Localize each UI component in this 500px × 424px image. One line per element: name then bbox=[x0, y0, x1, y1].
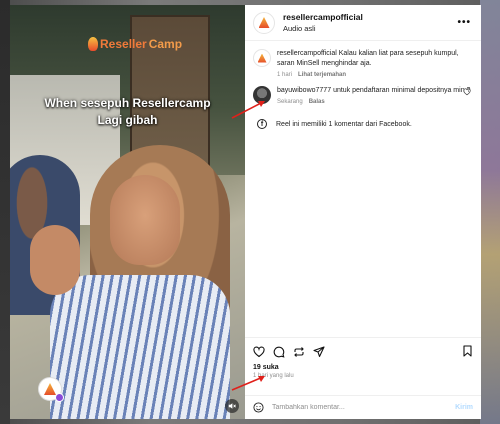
video-person-shirt bbox=[50, 275, 230, 419]
reel-video[interactable]: Reseller Camp When sesepuh Resellercamp L… bbox=[10, 5, 245, 419]
backdrop-left-strip bbox=[0, 0, 10, 424]
send-button[interactable]: Kirim bbox=[455, 404, 473, 411]
bookmark-icon[interactable] bbox=[462, 345, 473, 357]
post-username[interactable]: resellercampofficial bbox=[283, 12, 363, 23]
badge-icon bbox=[55, 393, 64, 402]
more-options-icon[interactable]: ••• bbox=[457, 17, 471, 28]
repost-icon[interactable] bbox=[293, 346, 305, 358]
mute-button[interactable] bbox=[225, 399, 239, 413]
brand-part1: Reseller bbox=[100, 37, 147, 51]
share-icon[interactable] bbox=[313, 346, 325, 358]
emoji-icon[interactable] bbox=[253, 402, 264, 413]
speaker-muted-icon bbox=[228, 403, 236, 409]
creator-avatar-bubble[interactable] bbox=[38, 377, 64, 402]
reel-side-panel: resellercampofficial Audio asli ••• rese… bbox=[245, 5, 481, 419]
video-caption-line1: When sesepuh Resellercamp bbox=[44, 96, 211, 110]
caption-body: resellercampofficial Kalau kalian liat p… bbox=[277, 49, 473, 78]
brand-logo-icon bbox=[257, 53, 267, 63]
comment-text: bayuwibowo7777 untuk pendaftaran minimal… bbox=[277, 86, 473, 96]
comment-icon[interactable] bbox=[273, 346, 285, 358]
profile-avatar[interactable] bbox=[253, 11, 275, 34]
reel-modal: Reseller Camp When sesepuh Resellercamp L… bbox=[10, 5, 481, 419]
heart-icon[interactable] bbox=[253, 346, 265, 358]
video-person-face bbox=[110, 175, 180, 265]
facebook-note-text: Reel ini memiliki 1 komentar dari Facebo… bbox=[276, 120, 412, 128]
backdrop-right-strip bbox=[480, 0, 500, 424]
audio-link[interactable]: Audio asli bbox=[283, 23, 363, 34]
brand-logo-icon bbox=[258, 17, 270, 28]
reply-button[interactable]: Balas bbox=[309, 99, 325, 105]
brand-logo-icon bbox=[44, 383, 56, 395]
caption-username[interactable]: resellercampofficial bbox=[277, 50, 337, 57]
action-icons bbox=[253, 344, 473, 360]
caption-meta: 1 hari Lihat terjemahan bbox=[277, 72, 473, 78]
video-caption-line2: Lagi gibah bbox=[97, 113, 158, 127]
caption-comment: resellercampofficial Kalau kalian liat p… bbox=[253, 49, 473, 78]
comment-item: bayuwibowo7777 untuk pendaftaran minimal… bbox=[253, 86, 473, 105]
facebook-comments-note: f Reel ini memiliki 1 komentar dari Face… bbox=[253, 119, 473, 129]
comment-composer: Kirim bbox=[245, 395, 481, 419]
brand-part2: Camp bbox=[148, 37, 183, 51]
flame-icon bbox=[88, 37, 98, 51]
post-header-text: resellercampofficial Audio asli bbox=[283, 12, 363, 34]
comment-time: Sekarang bbox=[277, 99, 303, 105]
post-time: 1 hari yang lalu bbox=[253, 373, 294, 379]
comment-input[interactable] bbox=[272, 404, 456, 411]
post-header: resellercampofficial Audio asli ••• bbox=[245, 5, 481, 41]
facebook-icon: f bbox=[257, 119, 267, 129]
likes-count[interactable]: 19 suka bbox=[253, 364, 473, 371]
like-comment-icon[interactable] bbox=[463, 88, 471, 96]
video-brand-logo: Reseller Camp bbox=[88, 37, 182, 51]
caption-text: resellercampofficial Kalau kalian liat p… bbox=[277, 49, 473, 69]
comment-content: untuk pendaftaran minimal depositnya min… bbox=[333, 87, 471, 94]
see-translation-link[interactable]: Lihat terjemahan bbox=[298, 72, 346, 78]
comments-section: resellercampofficial Kalau kalian liat p… bbox=[245, 41, 481, 337]
commenter-avatar[interactable] bbox=[253, 86, 271, 104]
commenter-username[interactable]: bayuwibowo7777 bbox=[277, 87, 331, 94]
video-person-hand bbox=[30, 225, 80, 295]
caption-time: 1 hari bbox=[277, 72, 293, 78]
post-actions: 19 suka 1 hari yang lalu bbox=[245, 337, 481, 395]
caption-avatar[interactable] bbox=[253, 49, 271, 67]
video-caption: When sesepuh Resellercamp Lagi gibah bbox=[10, 95, 245, 129]
comment-body: bayuwibowo7777 untuk pendaftaran minimal… bbox=[277, 86, 473, 105]
comment-meta: Sekarang Balas bbox=[277, 99, 473, 105]
